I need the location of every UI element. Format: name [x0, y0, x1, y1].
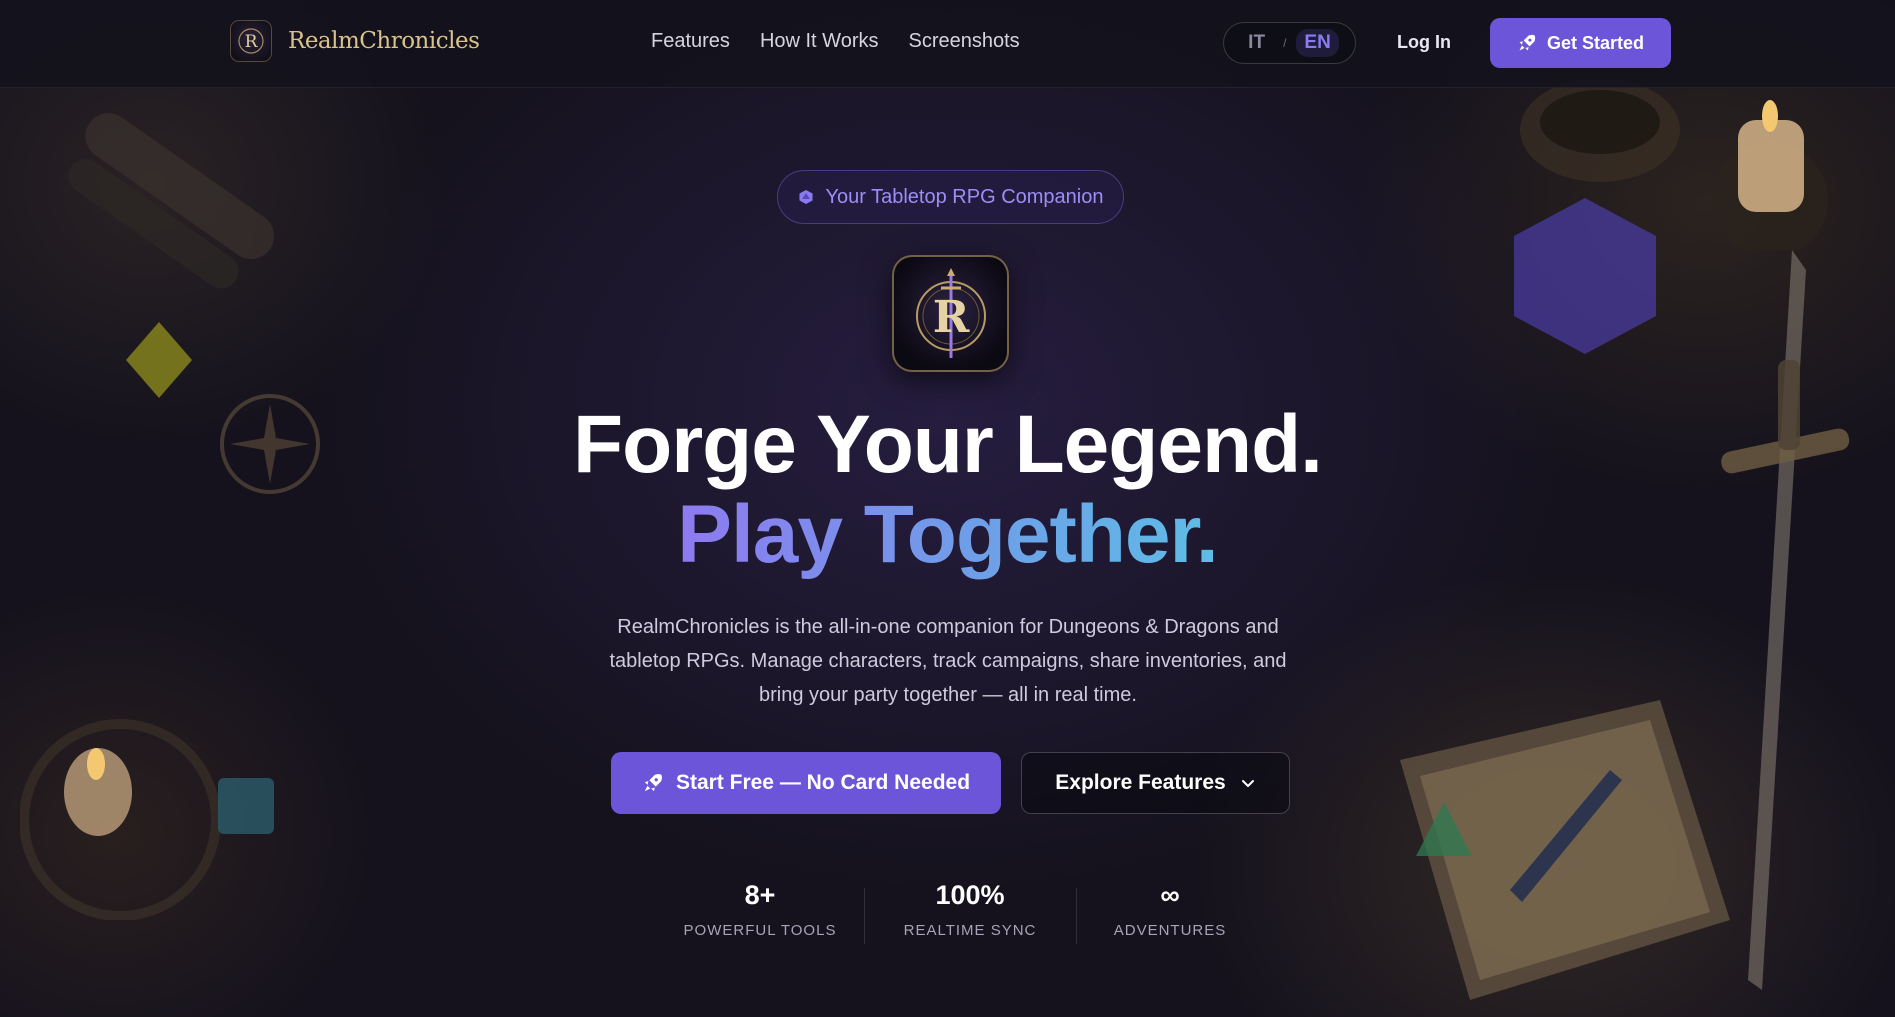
- login-link[interactable]: Log In: [1397, 32, 1451, 53]
- brand[interactable]: R RealmChronicles: [230, 20, 480, 62]
- brand-logo-icon: R: [230, 20, 272, 62]
- headline-line-2: Play Together.: [0, 490, 1895, 580]
- d20-icon: [799, 190, 813, 204]
- rocket-icon: [644, 774, 662, 792]
- lang-separator: /: [1283, 36, 1287, 50]
- svg-text:R: R: [245, 32, 259, 52]
- headline-line-2-text: Play Together.: [677, 489, 1218, 580]
- get-started-label: Get Started: [1546, 32, 1645, 53]
- hero-badge: Your Tabletop RPG Companion: [777, 170, 1124, 224]
- lang-option-en[interactable]: EN: [1296, 29, 1339, 57]
- nav-link-features[interactable]: Features: [651, 30, 730, 53]
- start-free-label: Start Free — No Card Needed: [675, 771, 971, 794]
- stat-tools-label: POWERFUL TOOLS: [683, 922, 837, 939]
- explore-features-button[interactable]: Explore Features: [1021, 752, 1290, 814]
- stats-row: 8+ POWERFUL TOOLS 100% REALTIME SYNC ∞ A…: [660, 878, 1240, 948]
- svg-text:R: R: [932, 292, 969, 343]
- start-free-button[interactable]: Start Free — No Card Needed: [611, 752, 1001, 814]
- brand-name: RealmChronicles: [288, 28, 480, 54]
- hero-description: RealmChronicles is the all-in-one compan…: [609, 616, 1287, 706]
- chevron-down-icon: [1241, 780, 1254, 787]
- stat-adventures-label: ADVENTURES: [1113, 922, 1227, 939]
- stat-tools-value: 8+: [744, 880, 776, 910]
- nav-link-how-it-works[interactable]: How It Works: [760, 30, 879, 53]
- stat-sync: 100% REALTIME SYNC: [870, 878, 1070, 939]
- stat-divider: [864, 888, 865, 944]
- stat-sync-label: REALTIME SYNC: [903, 922, 1037, 939]
- explore-features-label: Explore Features: [1055, 771, 1226, 794]
- rocket-icon: [1519, 34, 1536, 51]
- top-nav: R RealmChronicles Features How It Works …: [0, 0, 1895, 88]
- hero-badge-text: Your Tabletop RPG Companion: [825, 185, 1104, 208]
- nav-link-screenshots[interactable]: Screenshots: [908, 30, 1019, 53]
- get-started-button[interactable]: Get Started: [1490, 18, 1671, 68]
- hero-logo-icon: R: [892, 255, 1009, 372]
- stat-adventures-value: ∞: [1160, 880, 1180, 910]
- stat-adventures: ∞ ADVENTURES: [1070, 878, 1270, 939]
- nav-links: Features How It Works Screenshots: [651, 30, 1020, 53]
- headline-line-1: Forge Your Legend.: [573, 399, 1323, 490]
- language-switcher: IT / EN: [1223, 22, 1356, 64]
- stat-tools: 8+ POWERFUL TOOLS: [660, 878, 860, 939]
- stat-sync-value: 100%: [935, 880, 1005, 910]
- lang-option-it[interactable]: IT: [1240, 29, 1273, 57]
